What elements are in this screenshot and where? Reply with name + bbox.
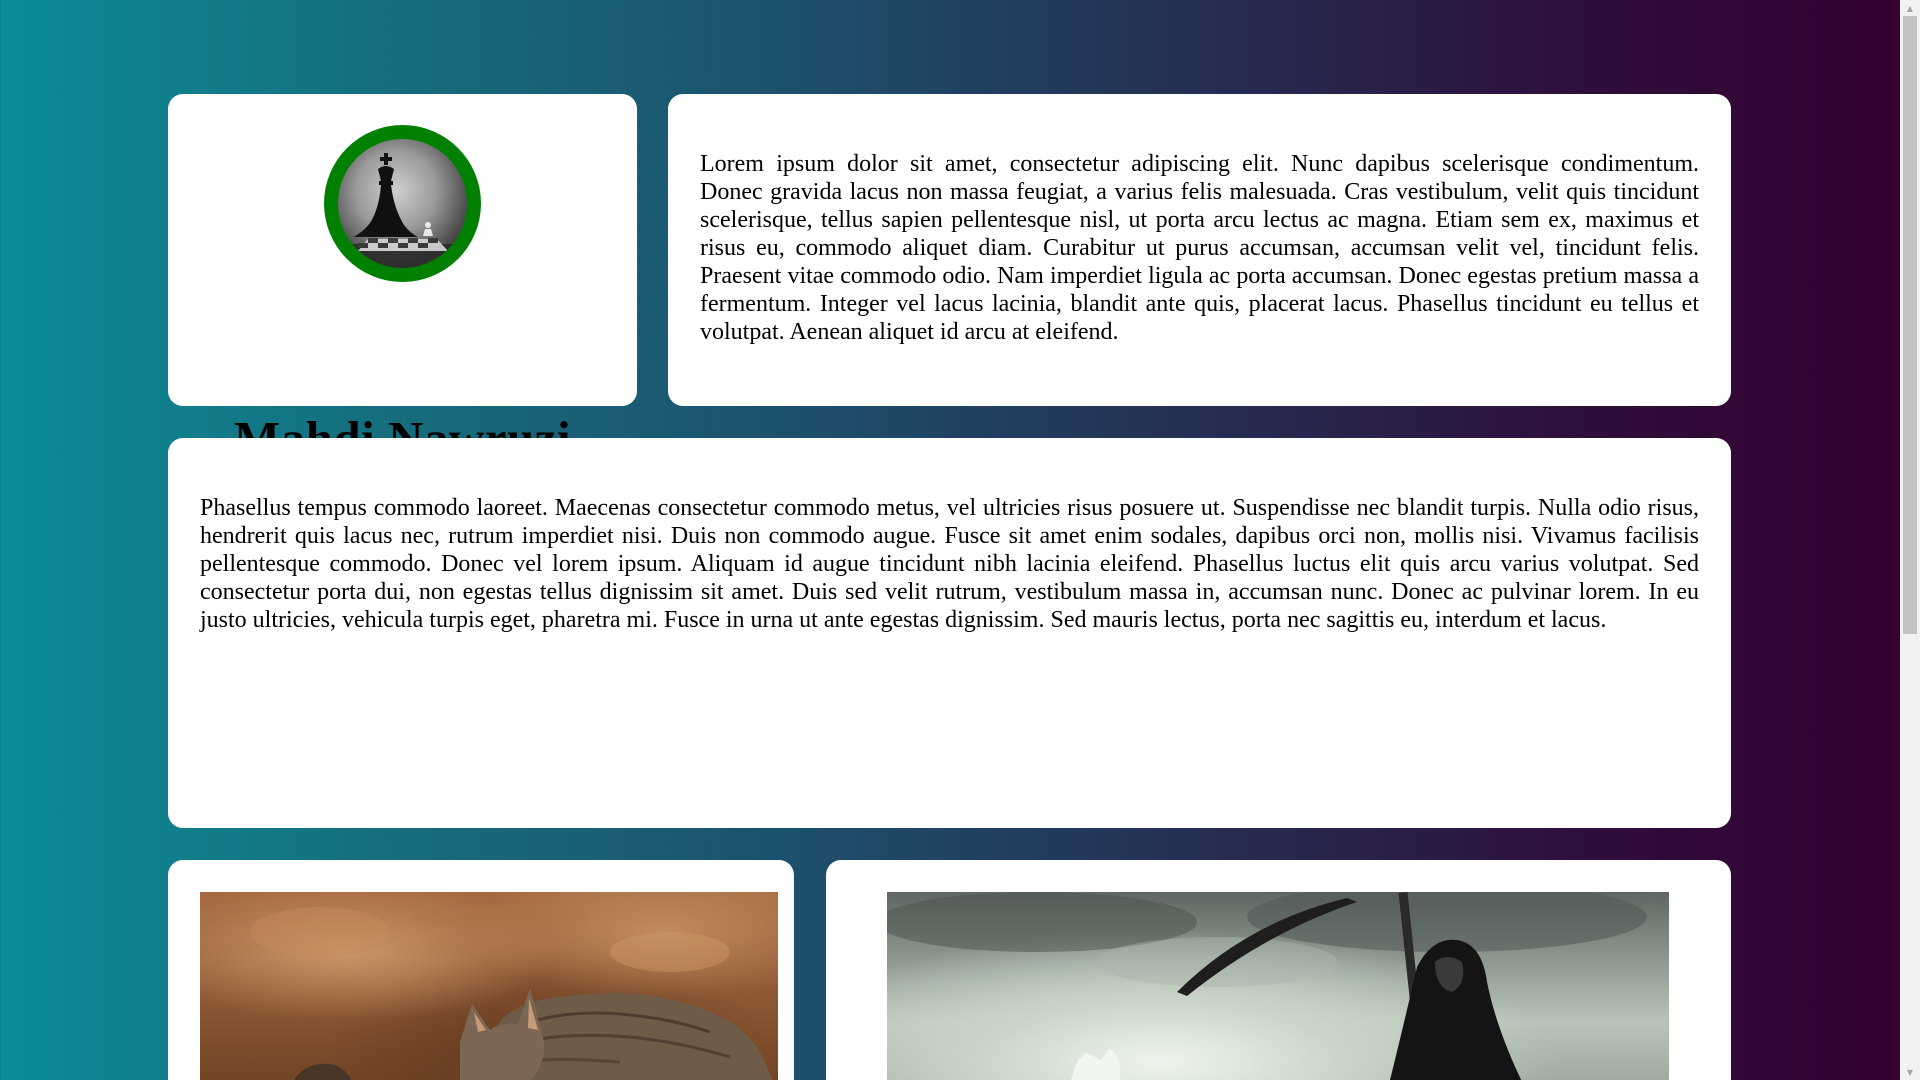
scroll-down-arrow-icon[interactable]: ▼ bbox=[1900, 1064, 1920, 1080]
bio-card: Phasellus tempus commodo laoreet. Maecen… bbox=[168, 438, 1731, 828]
gallery-card-right bbox=[826, 860, 1731, 1080]
chess-king-shadow-icon bbox=[338, 139, 467, 268]
bio-text: Phasellus tempus commodo laoreet. Maecen… bbox=[200, 495, 1699, 633]
page: Mahdi Nawruzi Lorem ipsum dolor sit amet… bbox=[0, 0, 1900, 1080]
scroll-up-arrow-icon[interactable]: ▲ bbox=[1900, 0, 1920, 16]
vertical-scrollbar[interactable]: ▲ ▼ bbox=[1900, 0, 1920, 1080]
avatar bbox=[324, 125, 481, 282]
cat-painting-image bbox=[200, 892, 778, 1080]
intro-card: Lorem ipsum dolor sit amet, consectetur … bbox=[668, 94, 1731, 406]
scrollbar-thumb[interactable] bbox=[1903, 16, 1917, 634]
profile-card: Mahdi Nawruzi bbox=[168, 94, 637, 463]
gallery-card-left bbox=[168, 860, 794, 1080]
intro-text: Lorem ipsum dolor sit amet, consectetur … bbox=[700, 151, 1699, 345]
grim-reaper-image bbox=[887, 892, 1669, 1080]
